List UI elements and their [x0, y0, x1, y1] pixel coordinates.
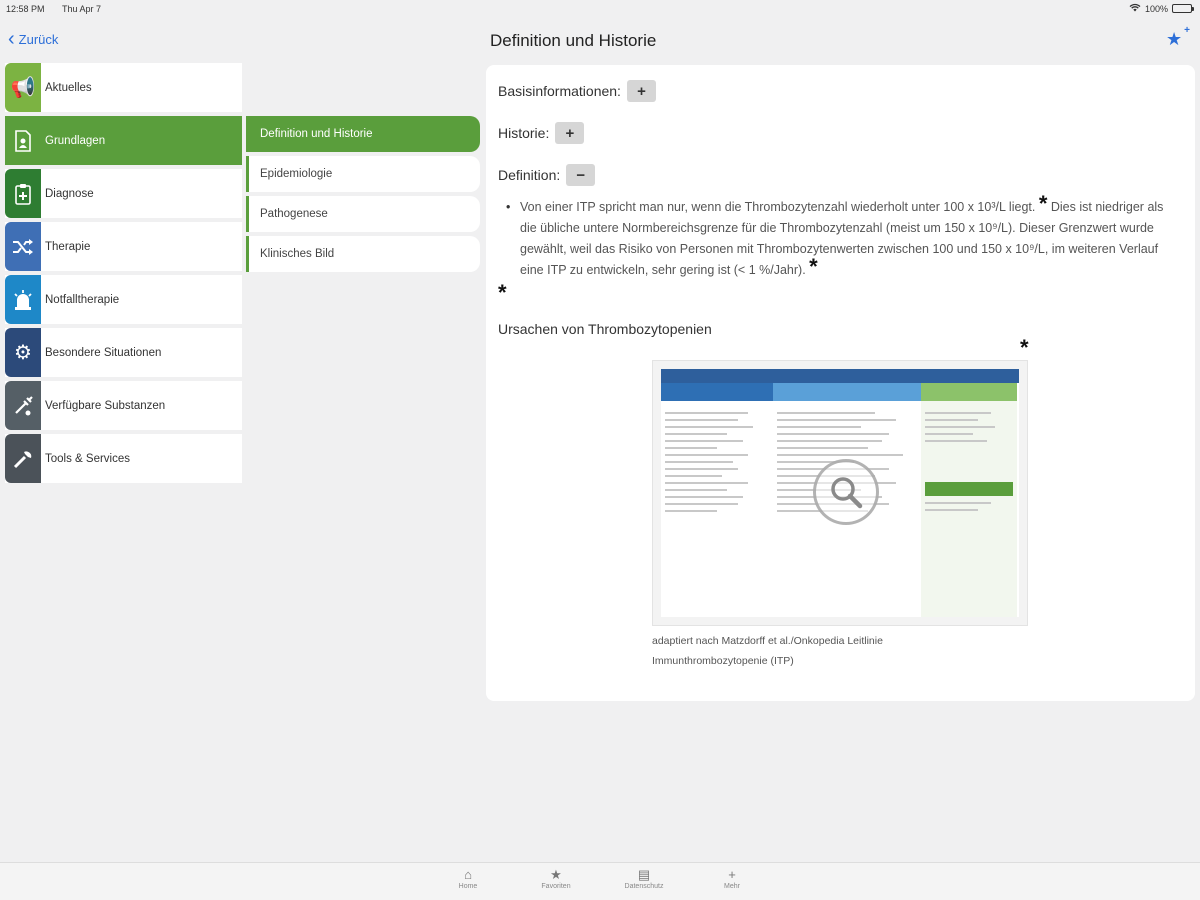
shuffle-icon: [5, 222, 41, 271]
sidebar-item-verfuegbare-substanzen[interactable]: Verfügbare Substanzen: [5, 381, 242, 430]
figure-image-header: [661, 369, 1019, 383]
status-right: 100%: [1129, 3, 1194, 14]
status-time: 12:58 PM: [6, 4, 45, 14]
sidebar-item-label: Therapie: [45, 240, 91, 253]
syringe-icon: [5, 381, 41, 430]
sidebar-item-label: Grundlagen: [45, 134, 106, 147]
tab-mehr[interactable]: + Mehr: [712, 863, 752, 900]
sidebar-item-diagnose[interactable]: Diagnose: [5, 169, 242, 218]
wrench-icon: [5, 434, 41, 483]
section-definition: Definition: −: [498, 163, 1183, 187]
expand-button[interactable]: +: [555, 122, 585, 144]
battery-percent: 100%: [1144, 3, 1168, 14]
siren-icon: [5, 275, 41, 324]
reference-asterisk[interactable]: *: [1020, 337, 1029, 359]
section-label: Basisinformationen:: [498, 83, 621, 99]
document-icon: [5, 116, 41, 165]
reference-asterisk[interactable]: *: [1039, 191, 1048, 216]
sidebar-item-therapie[interactable]: Therapie: [5, 222, 242, 271]
figure-image: [661, 369, 1019, 617]
figure-caption: adaptiert nach Matzdorff et al./Onkopedi…: [652, 631, 952, 671]
add-favorite-button[interactable]: ★ +: [1166, 25, 1190, 51]
wifi-icon: [1129, 3, 1141, 14]
tab-home[interactable]: ⌂ Home: [448, 863, 488, 900]
tab-label: Mehr: [724, 883, 740, 890]
tab-label: Favoriten: [541, 883, 571, 890]
submenu-item-epidemiologie[interactable]: Epidemiologie: [246, 156, 480, 192]
megaphone-icon: 📢: [5, 63, 41, 112]
sidebar-item-label: Notfalltherapie: [45, 293, 120, 306]
submenu-item-pathogenese[interactable]: Pathogenese: [246, 196, 480, 232]
page-title: Definition und Historie: [490, 31, 657, 50]
battery-icon: [1172, 4, 1194, 13]
content-card: Basisinformationen: + Historie: + Defini…: [486, 65, 1195, 701]
tab-label: Home: [458, 883, 478, 890]
expand-button[interactable]: +: [626, 80, 656, 102]
section-label: Definition:: [498, 167, 561, 183]
submenu: Definition und Historie Epidemiologie Pa…: [246, 116, 480, 276]
caption-line: Immunthrombozytopenie (ITP): [652, 655, 794, 667]
reference-asterisk[interactable]: *: [809, 254, 818, 279]
back-button[interactable]: ‹ Zurück: [8, 28, 59, 50]
figure-image-columns: [661, 383, 1019, 401]
caption-line: adaptiert nach Matzdorff et al./Onkopedi…: [652, 635, 883, 647]
tab-label: Datenschutz: [624, 883, 664, 890]
figure-heading: Ursachen von Thrombozytopenien: [498, 321, 712, 337]
sidebar-item-besondere-situationen[interactable]: ⚙ Besondere Situationen: [5, 328, 242, 377]
status-date: Thu Apr 7: [62, 4, 102, 14]
sidebar: 📢 Aktuelles Grundlagen Diagnose Therapie…: [5, 63, 242, 487]
reference-row: *: [498, 282, 1183, 309]
sidebar-item-tools-services[interactable]: Tools & Services: [5, 434, 242, 483]
star-icon: ★: [1166, 29, 1183, 49]
sidebar-item-notfalltherapie[interactable]: Notfalltherapie: [5, 275, 242, 324]
sidebar-item-label: Diagnose: [45, 187, 94, 200]
figure-thumbnail[interactable]: [652, 360, 1028, 626]
submenu-item-klinisches-bild[interactable]: Klinisches Bild: [246, 236, 480, 272]
sidebar-item-label: Aktuelles: [45, 81, 92, 94]
definition-paragraph: Von einer ITP spricht man nur, wenn die …: [506, 193, 1183, 281]
status-bar: 12:58 PM Thu Apr 7 100%: [0, 0, 1200, 18]
tab-favoriten[interactable]: ★ Favoriten: [536, 863, 576, 900]
sidebar-item-aktuelles[interactable]: 📢 Aktuelles: [5, 63, 242, 112]
chevron-left-icon: ‹: [8, 28, 15, 50]
star-icon: ★: [550, 867, 562, 882]
back-label: Zurück: [18, 31, 59, 47]
reference-asterisk[interactable]: *: [498, 280, 507, 305]
collapse-button[interactable]: −: [566, 164, 596, 186]
paragraph-text: Von einer ITP spricht man nur, wenn die …: [520, 200, 1036, 214]
sidebar-item-label: Besondere Situationen: [45, 346, 162, 359]
magnifier-icon[interactable]: [813, 459, 879, 525]
sidebar-item-grundlagen[interactable]: Grundlagen: [5, 116, 242, 165]
clipboard-icon: [5, 169, 41, 218]
tab-bar: ⌂ Home ★ Favoriten ▤ Datenschutz + Mehr: [0, 862, 1200, 900]
tab-datenschutz[interactable]: ▤ Datenschutz: [624, 863, 664, 900]
section-basisinformationen: Basisinformationen: +: [498, 79, 1183, 103]
sidebar-item-label: Verfügbare Substanzen: [45, 399, 166, 412]
sidebar-item-label: Tools & Services: [45, 452, 131, 465]
plus-icon: +: [728, 867, 736, 882]
home-icon: ⌂: [464, 867, 472, 882]
plus-icon: +: [1184, 25, 1190, 36]
submenu-item-definition-und-historie[interactable]: Definition und Historie: [246, 116, 480, 152]
section-historie: Historie: +: [498, 121, 1183, 145]
section-label: Historie:: [498, 125, 550, 141]
gear-icon: ⚙: [5, 328, 41, 377]
document-icon: ▤: [637, 867, 651, 882]
